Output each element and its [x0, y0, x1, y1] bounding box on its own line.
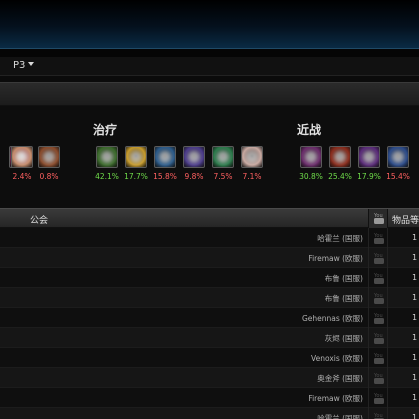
- table-row[interactable]: 哈霍兰 (国服) You 1: [0, 408, 419, 419]
- guild-name[interactable]: 布鲁 (国服): [325, 293, 363, 304]
- monk-heal-icon: [241, 146, 263, 168]
- table-row[interactable]: 灰烬 (国服) You 1: [0, 328, 419, 348]
- site-header: [0, 0, 419, 48]
- guild-table-body: 哈霍兰 (国服) You 1 Firemaw (欧服) You 1 布鲁 (国服) You 1 布…: [0, 228, 419, 419]
- spec-icon-2: [11, 146, 33, 168]
- youtube-icon: You: [374, 333, 384, 344]
- item-level: 1: [412, 273, 418, 282]
- item-level: 1: [412, 373, 418, 382]
- youtube-icon: You: [374, 413, 384, 419]
- table-row[interactable]: Gehennas (欧服) You 1: [0, 308, 419, 328]
- spec-item[interactable]: 25.4%: [328, 146, 352, 181]
- video-cell[interactable]: You: [368, 288, 388, 308]
- spec-item[interactable]: 7.1%: [240, 146, 264, 181]
- item-level: 1: [412, 233, 418, 242]
- phase-bar: P3: [0, 57, 419, 76]
- spec-item[interactable]: 9.8%: [182, 146, 206, 181]
- table-row[interactable]: 布鲁 (国服) You 1: [0, 288, 419, 308]
- item-level: 1: [412, 413, 418, 419]
- spec-icon-3: [38, 146, 60, 168]
- assassin-icon: [358, 146, 380, 168]
- guild-name[interactable]: Firemaw (欧服): [308, 393, 363, 404]
- column-header-item-level[interactable]: 物品等: [392, 213, 419, 226]
- item-level: 1: [412, 313, 418, 322]
- youtube-icon: You: [374, 253, 384, 264]
- youtube-icon: You: [374, 353, 384, 364]
- holy-light-icon: [125, 146, 147, 168]
- item-level: 1: [412, 393, 418, 402]
- table-row[interactable]: Venoxis (欧服) You 1: [0, 348, 419, 368]
- frost-dk-icon: [387, 146, 409, 168]
- spec-item[interactable]: 30.8%: [299, 146, 323, 181]
- phase-dropdown[interactable]: P3: [13, 60, 35, 71]
- video-cell[interactable]: You: [368, 268, 388, 288]
- section-header-bar: [0, 82, 419, 106]
- spec-pct: 7.1%: [242, 172, 262, 181]
- spec-item[interactable]: 42.1%: [95, 146, 119, 181]
- group-title-melee: 近战: [297, 123, 322, 137]
- item-level: 1: [412, 353, 418, 362]
- water-shield-icon: [154, 146, 176, 168]
- group-title-healer: 治疗: [93, 123, 118, 137]
- video-cell[interactable]: You: [368, 368, 388, 388]
- guild-name[interactable]: 灰烬 (国服): [325, 333, 363, 344]
- guild-name[interactable]: Gehennas (欧服): [302, 313, 363, 324]
- spec-item[interactable]: 0.8%: [37, 146, 61, 181]
- guild-name[interactable]: 奥金斧 (国服): [317, 373, 363, 384]
- guild-name[interactable]: 哈霍兰 (国服): [317, 413, 363, 419]
- guild-name[interactable]: 布鲁 (国服): [325, 273, 363, 284]
- leaf-heal-icon: [212, 146, 234, 168]
- item-level: 1: [412, 333, 418, 342]
- video-cell[interactable]: You: [368, 328, 388, 348]
- spec-item[interactable]: 17.7%: [124, 146, 148, 181]
- youtube-icon: You: [374, 213, 384, 224]
- youtube-icon: You: [374, 313, 384, 324]
- chevron-down-icon: [28, 62, 35, 66]
- spec-item[interactable]: 17.9%: [357, 146, 381, 181]
- table-header: 公会 You 物品等: [0, 208, 419, 228]
- table-row[interactable]: 哈霍兰 (国服) You 1: [0, 228, 419, 248]
- video-cell[interactable]: You: [368, 408, 388, 419]
- shadow-mend-icon: [183, 146, 205, 168]
- guild-name[interactable]: 哈霍兰 (国服): [317, 233, 363, 244]
- spec-item[interactable]: 15.4%: [386, 146, 410, 181]
- video-cell[interactable]: You: [368, 348, 388, 368]
- guild-name[interactable]: Venoxis (欧服): [311, 353, 363, 364]
- nature-heal-icon: [96, 146, 118, 168]
- nav-strip: [0, 48, 419, 57]
- video-cell[interactable]: You: [368, 308, 388, 328]
- item-level: 1: [412, 293, 418, 302]
- spec-item[interactable]: 7.5%: [211, 146, 235, 181]
- spec-pct: 0.8%: [39, 172, 59, 181]
- youtube-icon: You: [374, 233, 384, 244]
- spec-distribution: 2.4% 0.8% 治疗 42.1% 17.7% 15.8% 9.8% 7.5%…: [0, 106, 419, 206]
- guild-name[interactable]: Firemaw (欧服): [308, 253, 363, 264]
- video-cell[interactable]: You: [368, 388, 388, 408]
- spec-item[interactable]: 15.8%: [153, 146, 177, 181]
- youtube-icon: You: [374, 373, 384, 384]
- youtube-icon: You: [374, 293, 384, 304]
- table-row[interactable]: Firemaw (欧服) You 1: [0, 248, 419, 268]
- table-row[interactable]: 布鲁 (国服) You 1: [0, 268, 419, 288]
- youtube-icon: You: [374, 393, 384, 404]
- demon-hunter-icon: [300, 146, 322, 168]
- youtube-icon: You: [374, 273, 384, 284]
- fury-icon: [329, 146, 351, 168]
- item-level: 1: [412, 253, 418, 262]
- table-row[interactable]: Firemaw (欧服) You 1: [0, 388, 419, 408]
- column-header-video[interactable]: You: [368, 209, 388, 228]
- table-row[interactable]: 奥金斧 (国服) You 1: [0, 368, 419, 388]
- video-cell[interactable]: You: [368, 248, 388, 268]
- phase-dropdown-label: P3: [13, 60, 26, 71]
- column-header-guild[interactable]: 公会: [30, 213, 48, 226]
- spec-pct: 15.4%: [386, 172, 410, 181]
- video-cell[interactable]: You: [368, 228, 388, 248]
